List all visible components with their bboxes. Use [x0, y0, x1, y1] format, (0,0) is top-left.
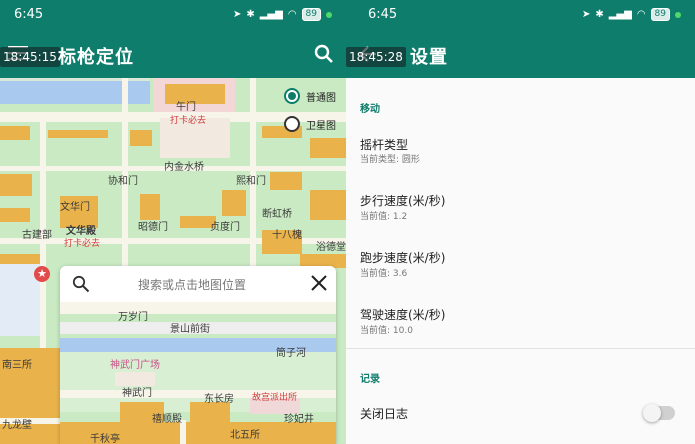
setting-title: 跑步速度(米/秒)	[360, 251, 446, 265]
map-label: 神武门广场	[110, 360, 160, 371]
section-header-move: 移动	[360, 104, 380, 115]
map-label: 神武门	[122, 388, 152, 399]
close-icon[interactable]	[310, 274, 328, 296]
status-icons: ➤ ✱ ▂▄▆ ◠ 89	[582, 8, 681, 21]
map-label: 熙和门	[236, 176, 266, 187]
map-label: 北五所	[230, 430, 260, 441]
map-label: 南三所	[2, 360, 32, 371]
battery-icon: 89	[650, 8, 670, 21]
search-icon[interactable]	[314, 44, 334, 68]
search-icon	[72, 275, 90, 297]
settings-screen: 6:45 ➤ ✱ ▂▄▆ ◠ 89 18:45:28 设置 移动 摇杆类型 当前…	[346, 0, 695, 444]
map-label: 千秋亭	[90, 434, 120, 444]
status-icons: ➤ ✱ ▂▄▆ ◠ 89	[233, 8, 332, 21]
map-label: 贞度门	[210, 222, 240, 233]
section-divider	[346, 348, 695, 349]
poi-star-icon[interactable]: ★	[34, 266, 50, 282]
location-icon: ➤	[232, 9, 242, 20]
map-label: 午门	[176, 102, 196, 113]
map-label: 禧顺殿	[152, 414, 182, 425]
map-label: 东长房	[204, 394, 234, 405]
map-label: 浴德堂	[316, 242, 346, 253]
map-label: 十八槐	[272, 230, 302, 241]
layer-normal-label: 普通图	[306, 92, 336, 104]
overlay-timestamp: 18:45:15	[0, 47, 60, 67]
bluetooth-icon: ✱	[595, 9, 604, 20]
map-label: 内金水桥	[164, 162, 204, 173]
bluetooth-icon: ✱	[246, 9, 255, 20]
signal-icon: ▂▄▆	[259, 9, 283, 20]
wifi-icon: ◠	[287, 9, 297, 20]
map-screen: 6:45 ➤ ✱ ▂▄▆ ◠ 89 18:45:15 标枪定位 午门 打卡必去 …	[0, 0, 346, 444]
toggle-knob	[643, 404, 661, 422]
location-icon: ➤	[581, 9, 591, 20]
setting-title: 驾驶速度(米/秒)	[360, 308, 446, 322]
map-label: 万岁门	[118, 312, 148, 323]
setting-title: 步行速度(米/秒)	[360, 194, 446, 208]
layer-normal-radio[interactable]	[284, 88, 300, 104]
battery-icon: 89	[301, 8, 321, 21]
section-header-log: 记录	[360, 374, 380, 385]
map-label: 昭德门	[138, 222, 168, 233]
layer-option-normal[interactable]: 普通图	[284, 88, 336, 104]
layer-option-satellite[interactable]: 卫星图	[284, 116, 336, 132]
status-bar: 6:45 ➤ ✱ ▂▄▆ ◠ 89	[0, 0, 346, 32]
app-bar: 18:45:15 标枪定位	[0, 32, 346, 78]
map-label: 协和门	[108, 176, 138, 187]
setting-subtitle: 当前类型: 圆形	[360, 155, 420, 165]
layer-satellite-radio[interactable]	[284, 116, 300, 132]
recording-dot-icon	[326, 11, 332, 18]
map-label: 九龙壁	[2, 420, 32, 431]
disable-log-toggle[interactable]	[643, 404, 675, 422]
setting-title: 关闭日志	[360, 407, 409, 421]
search-input[interactable]: 搜索或点击地图位置	[138, 276, 246, 293]
page-title: 标枪定位	[58, 47, 134, 68]
setting-subtitle: 当前值: 10.0	[360, 326, 413, 336]
map-label: 故宫派出所	[252, 393, 298, 403]
setting-subtitle: 当前值: 3.6	[360, 269, 408, 279]
map-label: 打卡必去	[170, 116, 207, 126]
map-label: 古建部	[22, 230, 52, 241]
map-label: 文华门	[60, 202, 90, 213]
layer-satellite-label: 卫星图	[306, 120, 336, 132]
setting-title: 摇杆类型	[360, 138, 409, 152]
status-time: 6:45	[14, 7, 44, 22]
map-label: 筒子河	[276, 348, 306, 359]
overlay-timestamp: 18:45:28	[346, 47, 406, 67]
map-label: 景山前街	[170, 324, 210, 335]
map-label: 珍妃井	[284, 414, 314, 425]
map-label: 打卡必去	[64, 239, 101, 249]
status-bar: 6:45 ➤ ✱ ▂▄▆ ◠ 89	[346, 0, 695, 32]
wifi-icon: ◠	[636, 9, 646, 20]
setting-subtitle: 当前值: 1.2	[360, 212, 408, 222]
signal-icon: ▂▄▆	[608, 9, 632, 20]
map-label: 文华殿	[66, 226, 96, 237]
page-title: 设置	[410, 47, 448, 68]
status-time: 6:45	[368, 7, 398, 22]
search-bar[interactable]: 搜索或点击地图位置	[60, 266, 336, 302]
app-bar: 18:45:28 设置	[346, 32, 695, 78]
map-label: 断虹桥	[262, 209, 292, 220]
recording-dot-icon	[675, 11, 681, 18]
